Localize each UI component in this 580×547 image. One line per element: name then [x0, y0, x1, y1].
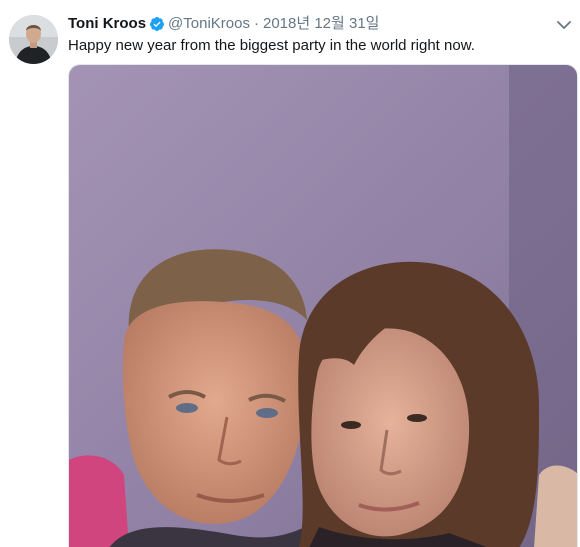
tweet-date[interactable]: 2018년 12월 31일: [263, 14, 379, 34]
avatar[interactable]: [9, 15, 58, 64]
display-name[interactable]: Toni Kroos: [68, 14, 146, 34]
verified-badge-icon: [149, 16, 165, 32]
separator-dot: ·: [253, 15, 259, 32]
selfie-photo: [69, 65, 577, 547]
user-handle[interactable]: @ToniKroos: [168, 14, 250, 34]
chevron-down-icon[interactable]: [556, 17, 572, 33]
tweet-card[interactable]: Toni Kroos @ToniKroos · 2018년 12월 31일 Ha…: [0, 0, 580, 547]
tweet-header: Toni Kroos @ToniKroos · 2018년 12월 31일: [68, 14, 550, 34]
avatar-photo: [9, 15, 58, 64]
tweet-media[interactable]: [68, 64, 578, 547]
tweet-text: Happy new year from the biggest party in…: [68, 37, 475, 54]
